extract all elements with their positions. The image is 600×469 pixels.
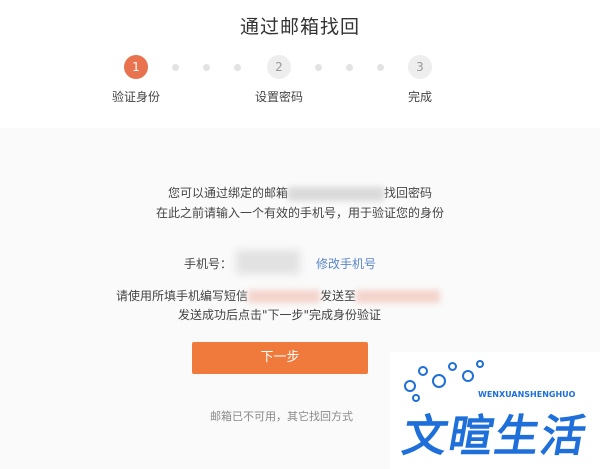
progress-dot [346, 64, 353, 71]
progress-dot [315, 64, 322, 71]
step-2-circle: 2 [267, 55, 291, 79]
info-line-1-start: 您可以通过绑定的邮箱 [167, 186, 288, 200]
step-1-circle: 1 [124, 55, 148, 79]
bubble-icon [448, 362, 457, 371]
bubble-icon [462, 370, 474, 382]
bubble-icon [418, 366, 428, 376]
step-3-label: 完成 [407, 90, 432, 104]
redacted-phone [236, 250, 300, 274]
header-panel: 通过邮箱找回 1 2 3 验证身份 设置密码 完成 [0, 0, 600, 128]
redacted-sms-code [248, 290, 321, 303]
sms-line-1-mid: 发送至 [320, 289, 357, 303]
sms-line-2: 发送成功后点击"下一步"完成身份验证 [178, 308, 382, 322]
info-line-1-end: 找回密码 [384, 186, 433, 200]
step-1-label: 验证身份 [111, 90, 160, 104]
step-3-circle: 3 [408, 55, 432, 79]
progress-dot [203, 64, 210, 71]
info-line-1: 您可以通过绑定的邮箱 找回密码 [20, 184, 580, 201]
progress-dot [234, 64, 241, 71]
edit-phone-link[interactable]: 修改手机号 [316, 255, 376, 272]
redacted-email [288, 186, 384, 201]
bubble-icon [432, 374, 446, 388]
other-recovery-link[interactable]: 邮箱已不可用，其它找回方式 [210, 408, 353, 424]
sms-line-1: 请使用所填手机编写短信 发送至 [116, 287, 441, 304]
progress-dot [172, 64, 179, 71]
sms-line-1-start: 请使用所填手机编写短信 [116, 289, 249, 303]
watermark-title: 文暄生活 [398, 411, 592, 462]
step-2-label: 设置密码 [254, 90, 303, 104]
info-line-2: 在此之前请输入一个有效的手机号，用于验证您的身份 [155, 206, 444, 220]
redacted-sms-number [356, 290, 441, 303]
next-step-button[interactable]: 下一步 [192, 342, 368, 374]
phone-label: 手机号： [184, 257, 233, 271]
page-title: 通过邮箱找回 [239, 16, 360, 38]
bubble-icon [476, 360, 484, 368]
watermark-logo: WENXUANSHENGHUO 文暄生活 [390, 352, 600, 469]
progress-dot [377, 64, 384, 71]
watermark-subtitle: WENXUANSHENGHUO [478, 390, 576, 399]
bubble-icon [404, 380, 416, 392]
